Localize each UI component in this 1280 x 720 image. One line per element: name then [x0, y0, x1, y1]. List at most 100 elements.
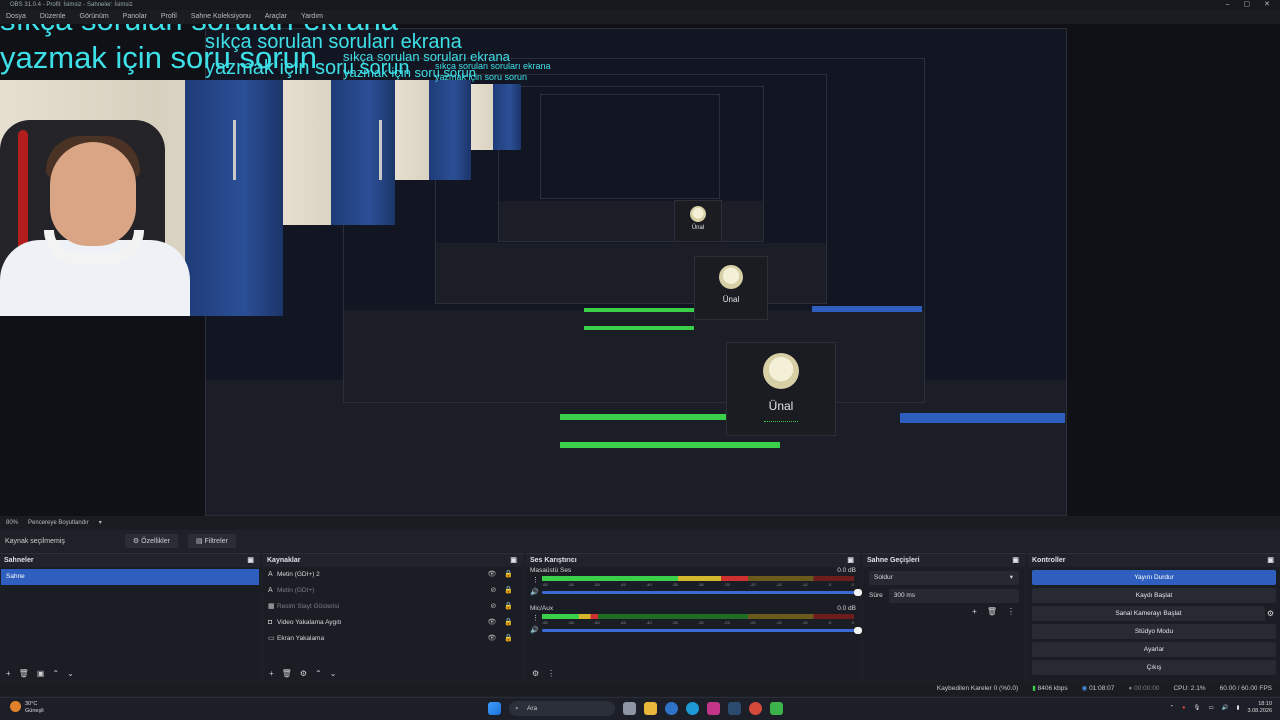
clock[interactable]: 18:10 3.08.2026	[1248, 701, 1272, 715]
eye-hidden-icon[interactable]: ⊘	[490, 583, 496, 599]
menu-view[interactable]: Görünüm	[80, 10, 109, 24]
chevron-down-icon[interactable]: ⌄	[67, 669, 74, 678]
obs-icon[interactable]	[665, 702, 678, 715]
undock-icon[interactable]: ▣	[247, 554, 254, 567]
meter-ticks: -60 -55 -50 -45 -40 -35 -30 -25 -20 -15 -10 -5 0	[542, 582, 854, 588]
gear-icon[interactable]: ⚙	[532, 669, 539, 678]
steam-icon[interactable]	[728, 702, 741, 715]
filters-button[interactable]: ▤ Filtreler	[187, 534, 236, 548]
eye-hidden-icon[interactable]: ⊘	[490, 599, 496, 615]
trash-icon[interactable]: 🗑	[987, 607, 997, 616]
studio-mode-button[interactable]: Stüdyo Modu	[1032, 624, 1276, 639]
volume-icon[interactable]: 🔊	[1222, 705, 1229, 712]
text-icon: A	[268, 571, 273, 578]
instagram-icon[interactable]	[707, 702, 720, 715]
add-icon[interactable]: +	[269, 669, 274, 678]
edge-icon[interactable]	[686, 702, 699, 715]
lock-icon[interactable]: 🔒	[504, 615, 513, 631]
meter-tick-label: -55	[567, 582, 574, 587]
gear-icon[interactable]: ⚙	[1267, 609, 1274, 618]
menu-dots-icon[interactable]: ⋮	[547, 669, 555, 678]
properties-button[interactable]: ⚙ Özellikler	[124, 534, 178, 548]
virtual-camera-button[interactable]: Sanal Kamerayı Başlat	[1032, 606, 1265, 621]
scene-item[interactable]: Sahne	[1, 569, 259, 585]
preview-canvas[interactable]: sıkça sorulan soruları ekrana yazmak içi…	[0, 24, 1280, 516]
menu-tools[interactable]: Araçlar	[265, 10, 287, 24]
channel-menu-icon[interactable]: ⋮	[532, 576, 539, 584]
source-item[interactable]: A Metin (GDI+) 2 👁 🔒	[263, 567, 523, 583]
chevron-up-icon[interactable]: ⌃	[1170, 705, 1175, 712]
eye-icon[interactable]: 👁	[487, 631, 496, 647]
weather-widget[interactable]: 30°C Güneşli	[10, 701, 44, 715]
source-item[interactable]: ▭ Ekran Yakalama 👁 🔒	[263, 631, 523, 647]
undock-icon[interactable]: ▣	[847, 554, 854, 567]
chrome-icon[interactable]	[749, 702, 762, 715]
volume-slider[interactable]	[542, 589, 862, 596]
microphone-icon[interactable]: 🎙	[1193, 705, 1200, 712]
chevron-up-icon[interactable]: ⌃	[315, 669, 322, 678]
menu-docks[interactable]: Panolar	[123, 10, 147, 24]
duration-input[interactable]: 300 ms	[888, 589, 1019, 603]
stop-stream-button[interactable]: Yayını Durdur	[1032, 570, 1276, 585]
chevron-up-icon[interactable]: ⌃	[52, 669, 59, 678]
camera-icon: ◘	[268, 619, 273, 626]
settings-button[interactable]: Ayarlar	[1032, 642, 1276, 657]
lock-icon[interactable]: 🔒	[504, 599, 513, 615]
windows-start-icon[interactable]	[488, 702, 501, 715]
undock-icon[interactable]: ▣	[510, 554, 517, 567]
source-item[interactable]: ▦ Resim Slayt Gösterisi ⊘ 🔒	[263, 599, 523, 615]
close-icon[interactable]: ✕	[1264, 0, 1270, 10]
undock-icon[interactable]: ▣	[1012, 554, 1019, 567]
speaker-icon[interactable]: 🔊	[530, 588, 539, 596]
trash-icon[interactable]: 🗑	[282, 669, 292, 678]
fit-dropdown[interactable]: Pencereye Boyutlandır	[28, 516, 89, 530]
transition-select[interactable]: Soldur ▾	[869, 571, 1019, 585]
lock-icon[interactable]: 🔒	[504, 631, 513, 647]
speaker-icon[interactable]: 🔊	[530, 626, 539, 634]
taskbar-center: ⌕ Ara	[488, 701, 783, 716]
controls-panel: Kontroller ▣ Yayını Durdur Kaydı Başlat S…	[1028, 553, 1280, 681]
gear-icon[interactable]: ⚙	[300, 669, 307, 678]
channel-menu-icon[interactable]: ⋮	[532, 614, 539, 622]
slideshow-popup-mirror-1: Ünal	[694, 256, 768, 320]
source-item[interactable]: ◘ Video Yakalama Aygıtı 👁 🔒	[263, 615, 523, 631]
exit-button[interactable]: Çıkış	[1032, 660, 1276, 675]
add-icon[interactable]: +	[6, 669, 11, 678]
volume-slider[interactable]	[542, 627, 862, 634]
filter-icon[interactable]: ▣	[37, 669, 45, 678]
menu-dots-icon[interactable]: ⋮	[1007, 607, 1015, 616]
chevron-down-icon[interactable]: ⌄	[330, 669, 337, 678]
menu-help[interactable]: Yardım	[301, 10, 323, 24]
app-green-icon[interactable]	[770, 702, 783, 715]
chevron-down-icon[interactable]: ▾	[99, 516, 102, 530]
menu-scene-collection[interactable]: Sahne Koleksiyonu	[191, 10, 251, 24]
eye-icon[interactable]: 👁	[487, 615, 496, 631]
source-item[interactable]: A Metin (GDI+) ⊘ 🔒	[263, 583, 523, 599]
meter-tick-label: -40	[645, 620, 652, 625]
battery-icon[interactable]: ▮	[1237, 705, 1240, 712]
meter-tick-label: 0	[851, 582, 854, 587]
add-icon[interactable]: +	[972, 607, 977, 616]
start-record-button[interactable]: Kaydı Başlat	[1032, 588, 1276, 603]
undock-icon[interactable]: ▣	[1267, 554, 1274, 567]
obs-window: OBS 31.0.4 - Profil: İsimsiz - Sahneler:…	[0, 0, 1280, 720]
network-icon[interactable]: ▭	[1208, 705, 1213, 712]
menu-file[interactable]: Dosya	[6, 10, 26, 24]
popup-name: Ünal	[768, 399, 794, 413]
trash-icon[interactable]: 🗑	[19, 669, 29, 678]
eye-icon[interactable]: 👁	[487, 567, 496, 583]
taskbar-search[interactable]: ⌕ Ara	[509, 701, 615, 716]
maximize-icon[interactable]: ▢	[1244, 0, 1251, 10]
tray-app-icon[interactable]: ●	[1182, 705, 1185, 712]
task-view-icon[interactable]	[623, 702, 636, 715]
channel-db: 0.0 dB	[837, 605, 856, 612]
lock-icon[interactable]: 🔒	[504, 567, 513, 583]
sources-panel: Kaynaklar ▣ A Metin (GDI+) 2 👁 🔒 A Metin (…	[263, 553, 523, 681]
meter-tick-label: -15	[775, 582, 782, 587]
menu-profile[interactable]: Profil	[161, 10, 177, 24]
file-explorer-icon[interactable]	[644, 702, 657, 715]
minimize-icon[interactable]: –	[1226, 0, 1230, 10]
lock-icon[interactable]: 🔒	[504, 583, 513, 599]
monitor-icon: ▭	[268, 635, 275, 642]
menu-edit[interactable]: Düzenle	[40, 10, 66, 24]
